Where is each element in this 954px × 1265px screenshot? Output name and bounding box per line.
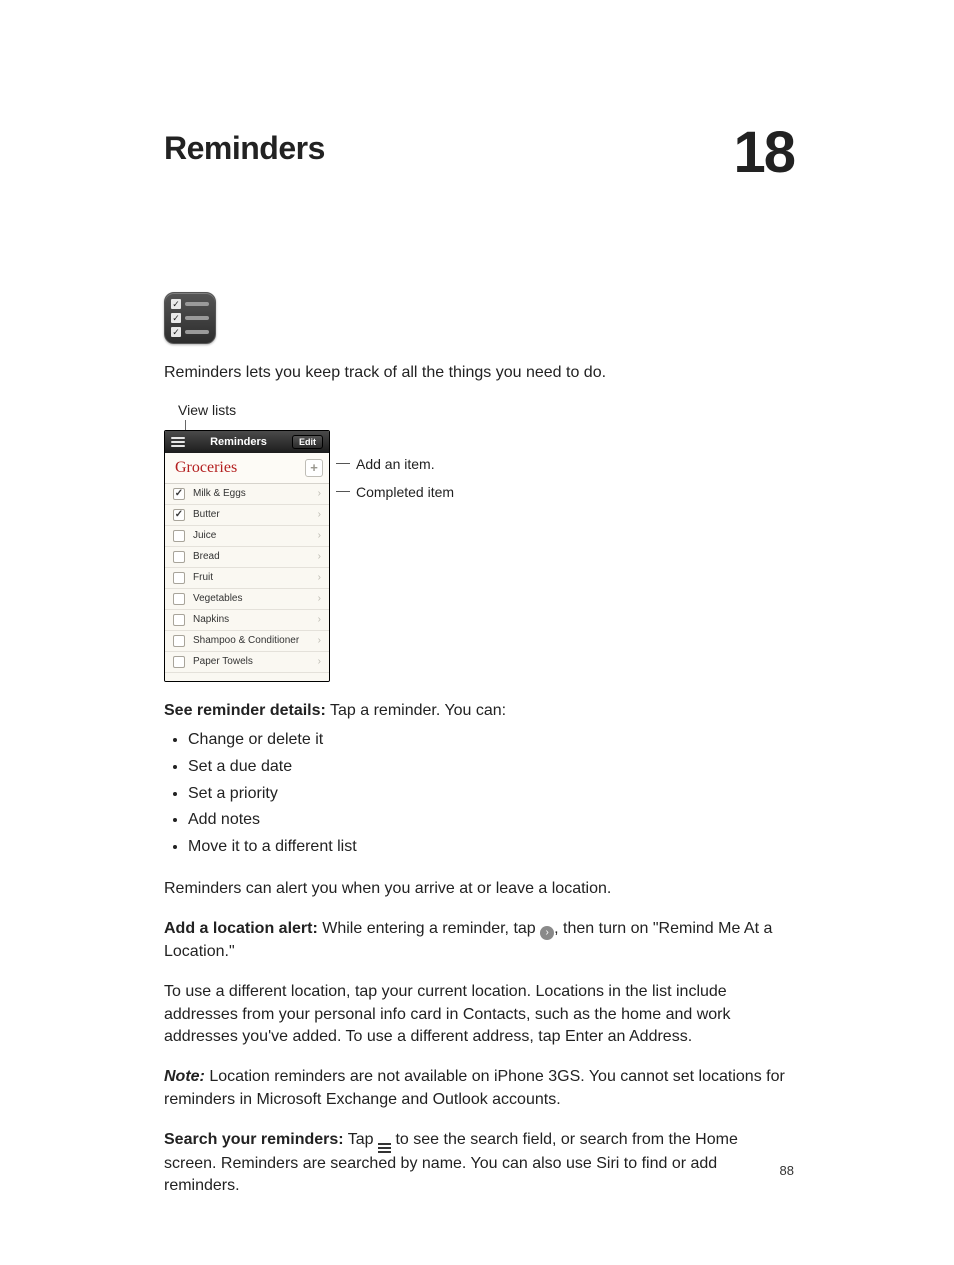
callout-leader: [185, 420, 186, 430]
bullet-item: Change or delete it: [188, 728, 794, 753]
list-item-label: Vegetables: [193, 593, 310, 604]
see-details-line: See reminder details: Tap a reminder. Yo…: [164, 700, 794, 722]
location-intro: Reminders can alert you when you arrive …: [164, 878, 794, 900]
checkbox[interactable]: [173, 635, 185, 647]
list-item[interactable]: Bread ›: [165, 547, 329, 568]
chapter-number: 18: [733, 124, 794, 182]
page-number: 88: [780, 1163, 794, 1178]
reminders-app-icon: ✓ ✓ ✓: [164, 292, 216, 344]
bullet-item: Set a priority: [188, 782, 794, 807]
see-details-bold: See reminder details:: [164, 702, 326, 719]
checkbox[interactable]: [173, 530, 185, 542]
reminders-screenshot: Reminders Edit Groceries + Milk & Eggs›B…: [164, 430, 330, 682]
list-item[interactable]: Butter ›: [165, 505, 329, 526]
location-use-paragraph: To use a different location, tap your cu…: [164, 981, 794, 1048]
list-item[interactable]: Fruit ›: [165, 568, 329, 589]
chevron-circle-icon: ›: [540, 926, 554, 940]
screenshot-header-title: Reminders: [210, 436, 267, 448]
callout-add-item: Add an item.: [336, 456, 435, 472]
list-title: Groceries: [175, 459, 237, 477]
list-item[interactable]: Paper Towels ›: [165, 652, 329, 673]
chevron-right-icon[interactable]: ›: [318, 593, 321, 604]
checkbox[interactable]: [173, 593, 185, 605]
list-item-label: Napkins: [193, 614, 310, 625]
callout-completed-item: Completed item: [336, 484, 454, 500]
list-item[interactable]: Milk & Eggs ›: [165, 484, 329, 505]
list-item-label: Shampoo & Conditioner: [193, 635, 310, 646]
checkbox[interactable]: [173, 572, 185, 584]
checkbox[interactable]: [173, 614, 185, 626]
edit-button[interactable]: Edit: [292, 435, 323, 449]
hamburger-icon[interactable]: [171, 437, 185, 447]
checkbox[interactable]: [173, 551, 185, 563]
list-item[interactable]: Napkins ›: [165, 610, 329, 631]
list-item[interactable]: Shampoo & Conditioner ›: [165, 631, 329, 652]
list-item-label: Butter: [193, 509, 310, 520]
checkbox[interactable]: [173, 509, 185, 521]
chevron-right-icon[interactable]: ›: [318, 572, 321, 583]
list-item-label: Juice: [193, 530, 310, 541]
callout-view-lists: View lists: [178, 402, 604, 418]
bullet-item: Set a due date: [188, 755, 794, 780]
chevron-right-icon[interactable]: ›: [318, 656, 321, 667]
list-item[interactable]: Juice ›: [165, 526, 329, 547]
chevron-right-icon[interactable]: ›: [318, 530, 321, 541]
list-item-label: Paper Towels: [193, 656, 310, 667]
list-item[interactable]: Vegetables ›: [165, 589, 329, 610]
details-bullets: Change or delete itSet a due dateSet a p…: [172, 728, 794, 860]
search-reminders-line: Search your reminders: Tap to see the se…: [164, 1129, 794, 1198]
list-item-label: Bread: [193, 551, 310, 562]
hamburger-icon: [378, 1143, 391, 1153]
list-item-label: Fruit: [193, 572, 310, 583]
chevron-right-icon[interactable]: ›: [318, 635, 321, 646]
bullet-item: Add notes: [188, 808, 794, 833]
note-paragraph: Note: Location reminders are not availab…: [164, 1066, 794, 1111]
list-item-label: Milk & Eggs: [193, 488, 310, 499]
add-location-alert-line: Add a location alert: While entering a r…: [164, 918, 794, 963]
bullet-item: Move it to a different list: [188, 835, 794, 860]
checkbox[interactable]: [173, 488, 185, 500]
checkbox[interactable]: [173, 656, 185, 668]
chevron-right-icon[interactable]: ›: [318, 509, 321, 520]
add-item-button[interactable]: +: [305, 459, 323, 477]
intro-text: Reminders lets you keep track of all the…: [164, 362, 794, 384]
chevron-right-icon[interactable]: ›: [318, 551, 321, 562]
chevron-right-icon[interactable]: ›: [318, 488, 321, 499]
chapter-title: Reminders: [164, 130, 325, 167]
chevron-right-icon[interactable]: ›: [318, 614, 321, 625]
